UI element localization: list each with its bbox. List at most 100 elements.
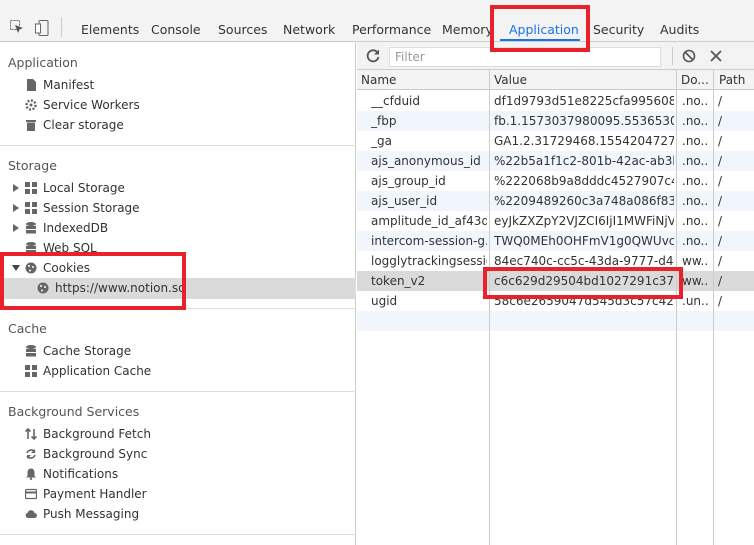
cookie-path: / [718,234,723,248]
cookie-path: / [718,254,723,268]
tab-security[interactable]: Security [593,22,644,37]
section-divider [0,391,356,392]
device-toolbar-icon[interactable] [35,20,49,36]
cookie-value: %22b5a1f1c2-801b-42ac-ab3b-... [494,154,674,168]
cookie-path: / [718,154,723,168]
section-title-application: Application [8,55,78,70]
sidebar-item-label: Background Sync [43,447,148,461]
expand-arrow-icon[interactable] [13,204,19,212]
grid-icon [25,202,37,214]
section-divider [0,145,356,146]
cookie-name: ajs_anonymous_id [371,154,481,168]
cloud-icon [25,508,37,520]
tab-elements[interactable]: Elements [81,22,139,37]
trash-icon [25,119,37,131]
cookie-domain: .no... [682,174,708,188]
devtools-tabbar: Elements Console Sources Network Perform… [0,0,754,42]
cookie-name: ajs_user_id [371,194,438,208]
cookie-domain: .no... [682,214,708,228]
cookie-domain: .no... [682,154,708,168]
tab-audits[interactable]: Audits [660,22,699,37]
cookie-name: ugid [371,294,398,308]
refresh-icon[interactable] [365,48,381,64]
arrows-updown-icon [24,427,38,441]
grid-icon [25,182,37,194]
sidebar-item-label: Local Storage [43,181,125,195]
table-row[interactable]: __cfduid df1d9793d51e8225cfa9956086f... … [357,91,754,111]
cookie-domain: .no... [682,234,708,248]
tab-sources[interactable]: Sources [218,22,267,37]
cookie-path: / [718,274,723,288]
cookie-domain: .no... [682,194,708,208]
table-row[interactable]: ajs_user_id %2209489260c3a748a086f83af..… [357,191,754,211]
cookies-table: Name Value Do... Path __cfduid df1d9793d… [357,70,754,545]
cookie-domain: ww... [682,254,708,268]
sidebar-item-label: Application Cache [43,364,152,378]
tab-performance[interactable]: Performance [352,22,431,37]
inspect-element-icon[interactable] [10,20,24,34]
column-divider[interactable] [713,70,714,545]
cookie-path: / [718,174,723,188]
sidebar-item-label: Cache Storage [43,344,132,358]
tab-memory[interactable]: Memory [442,22,493,37]
tab-network[interactable]: Network [283,22,335,37]
card-icon [24,488,38,500]
column-header-domain[interactable]: Do... [681,73,711,87]
cookie-path: / [718,94,723,108]
sidebar-item-label: Notifications [43,467,119,481]
table-row[interactable]: amplitude_id_af43d... eyJkZXZpY2VJZCI6Ij… [357,211,754,231]
expand-arrow-icon[interactable] [13,224,19,232]
table-row[interactable]: _ga GA1.2.31729468.1554204727 .no... / [357,131,754,151]
expand-arrow-icon[interactable] [13,184,19,192]
cookie-path: / [718,194,723,208]
column-divider[interactable] [676,70,677,545]
annotation-box-token-value [483,267,683,299]
table-header: Name Value Do... Path [357,70,754,90]
cookie-value: TWQ0MEh0OHFmV1g0QWUvc... [494,234,674,248]
sidebar-item-label: Service Workers [43,98,140,112]
table-row[interactable]: _fbp fb.1.1573037980095.553653037 .no...… [357,111,754,131]
grid-icon [25,365,37,377]
cookie-name: token_v2 [371,274,426,288]
cookie-name: intercom-session-g... [371,234,487,248]
delete-selected-icon[interactable] [709,49,723,63]
sidebar-item-label: IndexedDB [43,221,109,235]
gear-icon [25,99,37,111]
cookie-path: / [718,134,723,148]
table-row[interactable]: intercom-session-g... TWQ0MEh0OHFmV1g0QW… [357,231,754,251]
cookie-path: / [718,214,723,228]
cookie-path: / [718,114,723,128]
cookie-name: __cfduid [371,94,420,108]
column-header-name[interactable]: Name [361,73,481,87]
table-row[interactable]: ajs_group_id %222068b9a8dddc4527907c41..… [357,171,754,191]
sidebar-item-label: Background Fetch [43,427,151,441]
toolbar-divider [61,17,62,37]
cookie-path: / [718,294,723,308]
cookie-name: _fbp [371,114,397,128]
sidebar-item-label: Push Messaging [43,507,140,521]
tab-console[interactable]: Console [151,22,201,37]
cookie-domain: ww... [682,274,708,288]
section-title-storage: Storage [8,158,57,173]
cookie-domain: .no... [682,134,708,148]
section-divider [0,534,356,535]
sidebar-item-label: Manifest [43,78,95,92]
cookie-value: df1d9793d51e8225cfa9956086f... [494,94,674,108]
column-header-path[interactable]: Path [719,73,752,87]
section-title-cache: Cache [8,321,47,336]
annotation-box-application-tab [490,5,590,52]
table-row[interactable]: ajs_anonymous_id %22b5a1f1c2-801b-42ac-a… [357,151,754,171]
cookie-name: logglytrackingsession [371,254,487,268]
cookie-value: fb.1.1573037980095.553653037 [494,114,674,128]
clear-all-icon[interactable] [682,49,696,63]
sidebar-item-label: Payment Handler [43,487,147,501]
column-header-value[interactable]: Value [494,73,674,87]
cookie-value: eyJkZXZpY2VJZCI6IjI1MWFiNjVj... [494,214,674,228]
toolbar-divider [672,47,673,65]
cookie-domain: .no... [682,114,708,128]
table-row-empty [357,311,754,331]
sidebar-item-label: Session Storage [43,201,140,215]
cookie-domain: .un... [682,294,708,308]
document-icon [25,79,37,91]
column-divider[interactable] [489,70,490,545]
